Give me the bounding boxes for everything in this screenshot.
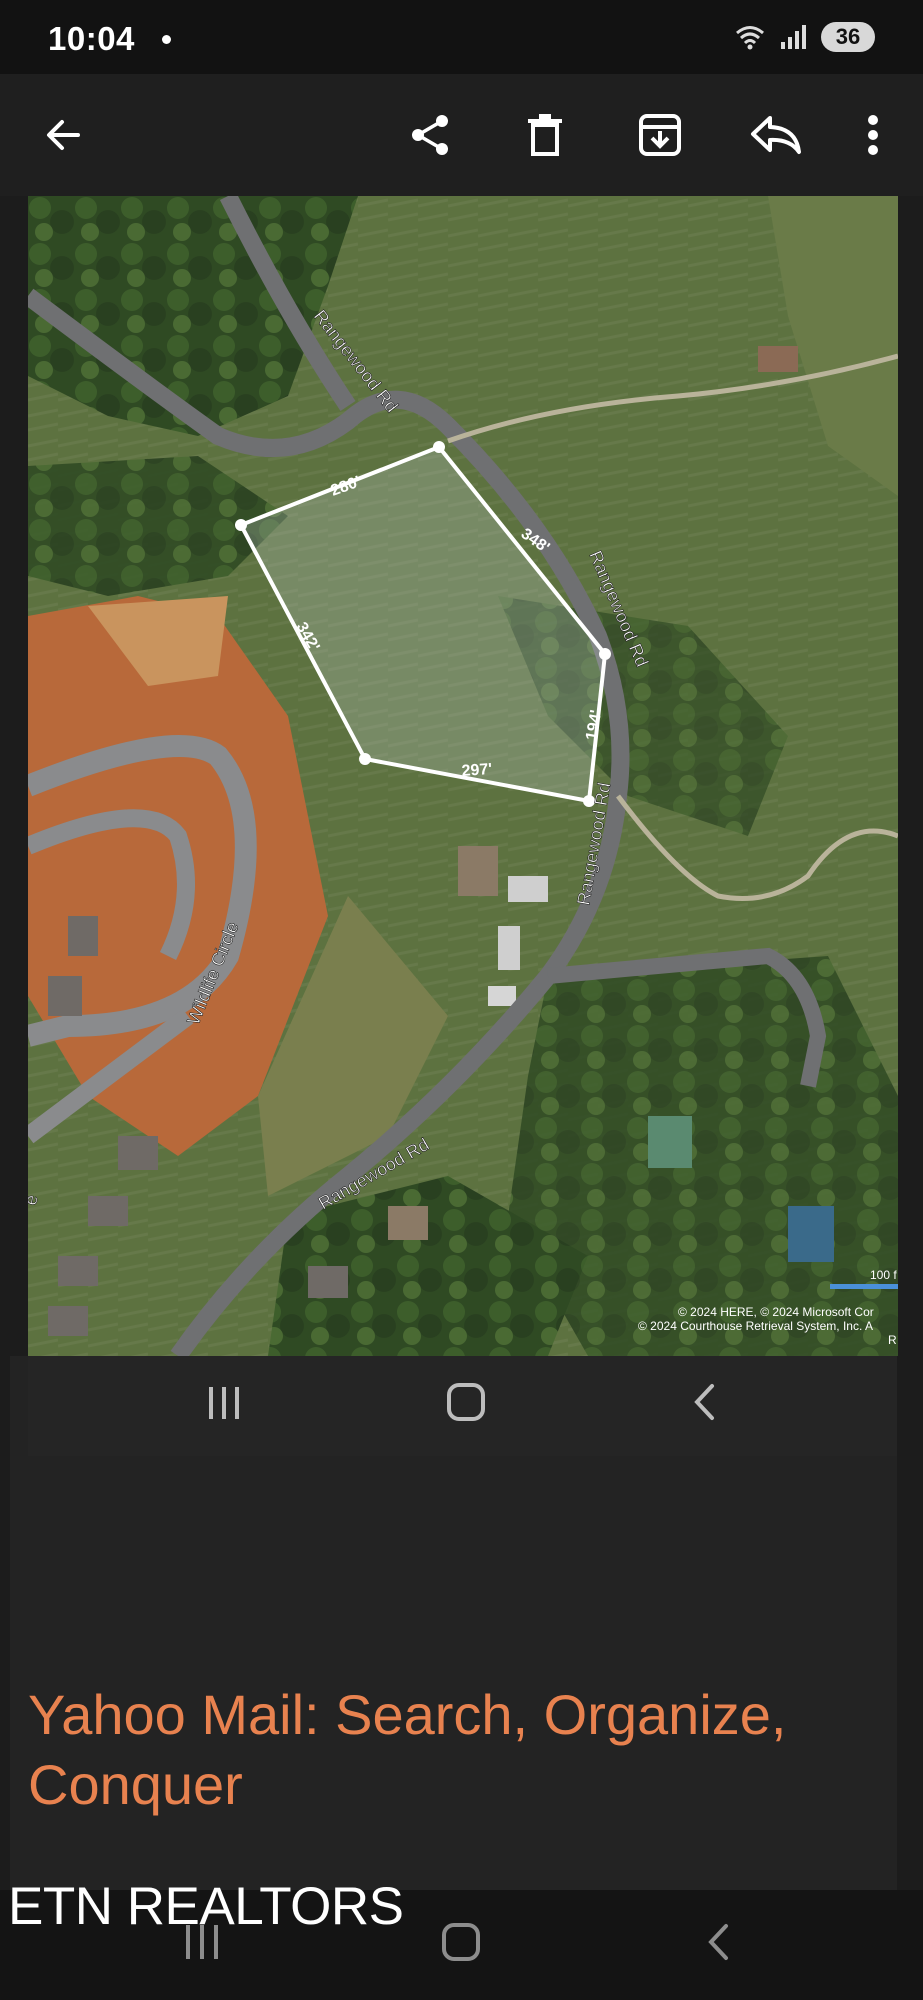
wifi-icon — [736, 26, 764, 50]
inner-navigation-bar — [28, 1356, 897, 1456]
promo-headline[interactable]: Yahoo Mail: Search, Organize, Conquer — [28, 1680, 888, 1820]
scale-label: 100 f — [870, 1268, 897, 1282]
watermark-text: ETN REALTORS — [8, 1877, 404, 1936]
parcel-map-image[interactable]: Rangewood Rd Rangewood Rd Rangewood Rd R… — [28, 196, 898, 1356]
home-icon[interactable] — [441, 1922, 481, 1962]
dimension-label: 297' — [461, 761, 493, 780]
copyright-line: © 2024 Courthouse Retrieval System, Inc.… — [638, 1319, 873, 1333]
email-toolbar — [0, 74, 923, 196]
copyright-line: © 2024 HERE, © 2024 Microsoft Cor — [678, 1305, 874, 1319]
status-icons: 36 — [735, 22, 875, 52]
reply-icon[interactable] — [748, 107, 804, 163]
arrow-left-icon[interactable] — [35, 107, 91, 163]
chevron-left-icon[interactable] — [692, 1382, 718, 1422]
home-icon[interactable] — [446, 1382, 486, 1422]
signal-icon — [781, 25, 806, 49]
scale-bar — [830, 1284, 898, 1289]
archive-icon[interactable] — [632, 107, 688, 163]
status-bar: 10:04 36 — [0, 0, 923, 74]
battery-indicator: 36 — [821, 22, 875, 52]
chevron-left-icon[interactable] — [706, 1922, 732, 1962]
trash-icon[interactable] — [517, 107, 573, 163]
status-time: 10:04 — [48, 20, 135, 57]
recents-icon[interactable] — [206, 1384, 242, 1422]
share-icon[interactable] — [403, 107, 459, 163]
copyright-line: R — [888, 1333, 897, 1347]
notification-dot — [162, 35, 171, 44]
more-vertical-icon[interactable] — [845, 107, 901, 163]
aerial-map: Rangewood Rd Rangewood Rd Rangewood Rd R… — [28, 196, 898, 1356]
